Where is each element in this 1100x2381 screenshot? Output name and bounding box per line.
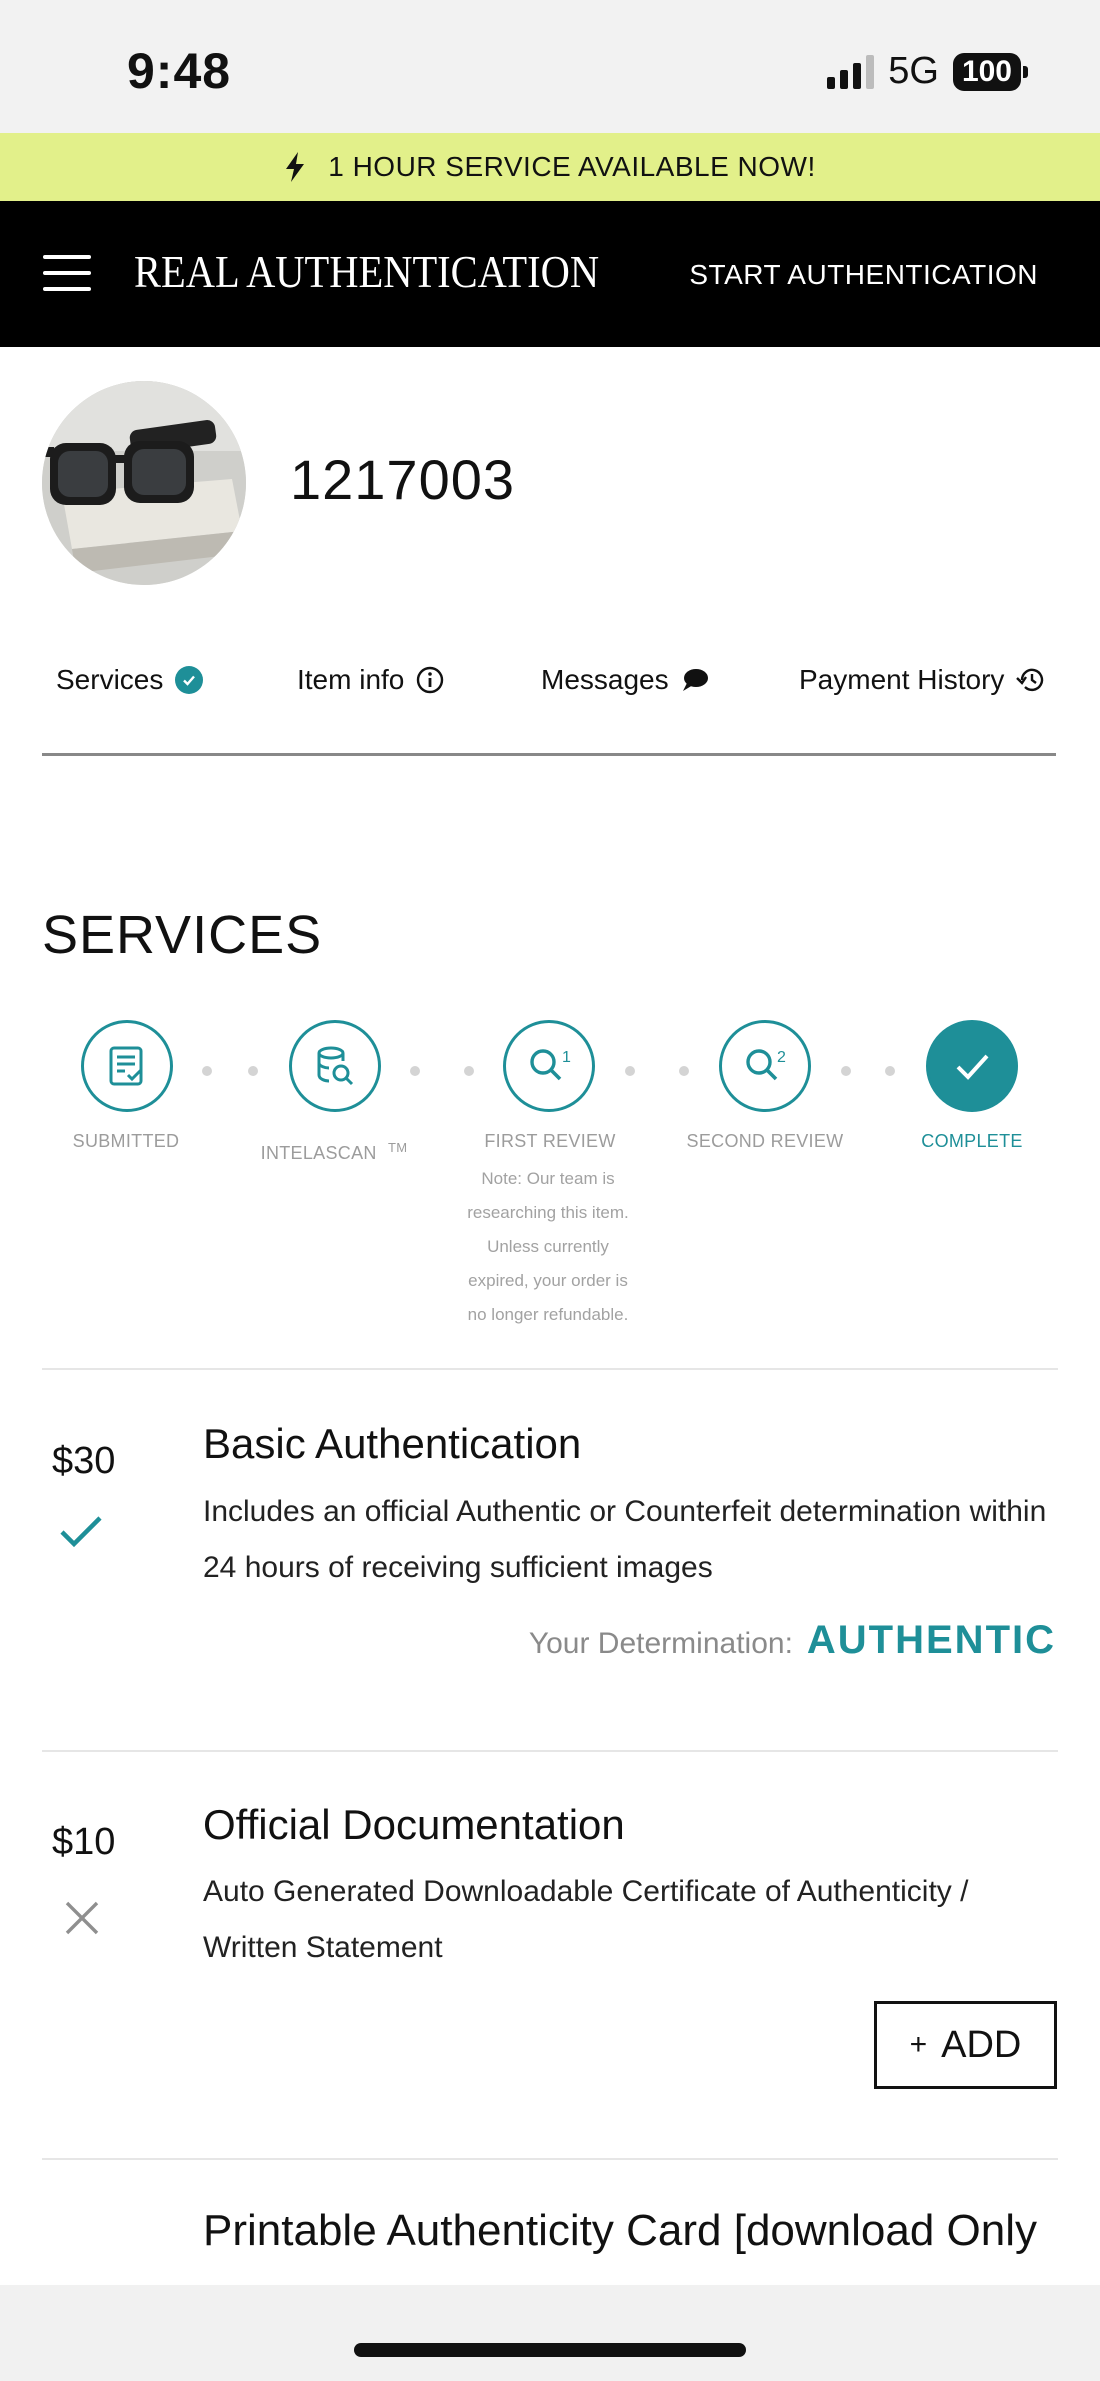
refund-note: Note: Our team is researching this item.… — [448, 1162, 648, 1332]
site-header: REAL AUTHENTICATION START AUTHENTICATION — [0, 201, 1100, 347]
lightning-icon — [286, 152, 305, 182]
step-connector-dot — [248, 1066, 258, 1076]
svg-text:2: 2 — [777, 1049, 786, 1066]
trademark-mark: TM — [387, 1140, 408, 1155]
document-check-icon — [109, 1046, 143, 1086]
step-connector-dot — [625, 1066, 635, 1076]
selected-check-icon[interactable] — [58, 1512, 104, 1552]
status-indicators: 5G 100 — [827, 50, 1028, 93]
tab-label: Services — [56, 664, 164, 695]
step-intelascan — [289, 1020, 381, 1112]
brand-logo[interactable]: REAL AUTHENTICATION — [134, 245, 599, 298]
step-connector-dot — [679, 1066, 689, 1076]
item-id: 1217003 — [290, 448, 516, 511]
divider — [42, 1750, 1058, 1752]
service-title: Printable Authenticity Card [download On… — [203, 2206, 1038, 2255]
service-title: Official Documentation — [203, 1801, 625, 1848]
step-connector-dot — [464, 1066, 474, 1076]
step-label-text: INTELASCAN — [260, 1143, 377, 1163]
step-label-second-review: SECOND REVIEW — [686, 1131, 844, 1151]
tab-payment-history[interactable]: Payment History — [799, 660, 1046, 700]
note-line: researching this item. — [467, 1203, 629, 1222]
start-authentication-link[interactable]: START AUTHENTICATION — [689, 259, 1038, 291]
step-connector-dot — [885, 1066, 895, 1076]
status-time: 9:48 — [127, 43, 232, 99]
service-price: $10 — [52, 1821, 116, 1863]
note-line: Unless currently — [487, 1237, 609, 1256]
service-price: $30 — [52, 1440, 116, 1482]
tab-label: Item info — [297, 664, 405, 695]
home-indicator[interactable] — [354, 2343, 746, 2357]
banner-text: 1 HOUR SERVICE AVAILABLE NOW! — [328, 151, 816, 182]
services-heading: SERVICES — [42, 905, 323, 965]
search-2-icon: 2 — [746, 1049, 786, 1081]
info-icon — [417, 666, 444, 694]
note-line: expired, your order is — [468, 1271, 628, 1290]
service-title: Basic Authentication — [203, 1420, 582, 1467]
tab-item-info[interactable]: Item info — [297, 660, 444, 700]
item-tabs: Services Item info Messages Payment Hist… — [42, 660, 1056, 756]
not-selected-x-icon[interactable] — [64, 1900, 100, 1936]
tab-services[interactable]: Services — [56, 660, 204, 700]
step-second-review: 2 — [719, 1020, 811, 1112]
determination: Your Determination: AUTHENTIC — [529, 1618, 1056, 1663]
battery-icon: 100 — [952, 52, 1028, 91]
tab-messages[interactable]: Messages — [541, 660, 709, 700]
check-circle-icon — [175, 666, 204, 694]
network-label: 5G — [888, 50, 939, 92]
step-label-complete: COMPLETE — [921, 1131, 1023, 1151]
determination-value: AUTHENTIC — [806, 1618, 1056, 1662]
item-thumbnail — [42, 381, 246, 585]
bottom-safe-area — [0, 2285, 1100, 2381]
step-label-first-review: FIRST REVIEW — [484, 1131, 616, 1151]
plus-icon: + — [909, 2028, 928, 2061]
note-line: Note: Our team is — [481, 1169, 615, 1188]
service-description: Auto Generated Downloadable Certificate … — [203, 1875, 969, 1964]
note-line: no longer refundable. — [467, 1305, 629, 1324]
database-search-icon — [317, 1046, 354, 1086]
history-icon — [1016, 668, 1044, 692]
step-label-submitted: SUBMITTED — [72, 1131, 180, 1151]
step-complete — [926, 1020, 1018, 1112]
step-label-intelascan: INTELASCAN TM — [254, 1140, 414, 1164]
add-button-label: ADD — [941, 2023, 1022, 2066]
divider — [42, 2158, 1058, 2160]
svg-text:1: 1 — [562, 1049, 571, 1066]
service-description: Includes an official Authentic or Counte… — [203, 1495, 1047, 1584]
battery-level: 100 — [952, 52, 1021, 91]
step-first-review: 1 — [503, 1020, 595, 1112]
step-connector-dot — [410, 1066, 420, 1076]
status-bar: 9:48 5G 100 — [0, 0, 1100, 133]
signal-icon — [827, 54, 875, 89]
add-service-button[interactable]: + ADD — [874, 2001, 1057, 2089]
tab-label: Payment History — [799, 664, 1005, 695]
search-1-icon: 1 — [530, 1049, 571, 1081]
promo-banner[interactable]: 1 HOUR SERVICE AVAILABLE NOW! — [0, 133, 1100, 201]
determination-label: Your Determination: — [528, 1627, 793, 1660]
divider — [42, 1368, 1058, 1370]
step-connector-dot — [202, 1066, 212, 1076]
step-connector-dot — [841, 1066, 851, 1076]
tab-label: Messages — [541, 664, 669, 695]
checkmark-icon — [956, 1054, 989, 1080]
step-submitted — [81, 1020, 173, 1112]
hamburger-menu-icon[interactable] — [43, 255, 91, 291]
chat-bubble-icon — [682, 669, 708, 691]
